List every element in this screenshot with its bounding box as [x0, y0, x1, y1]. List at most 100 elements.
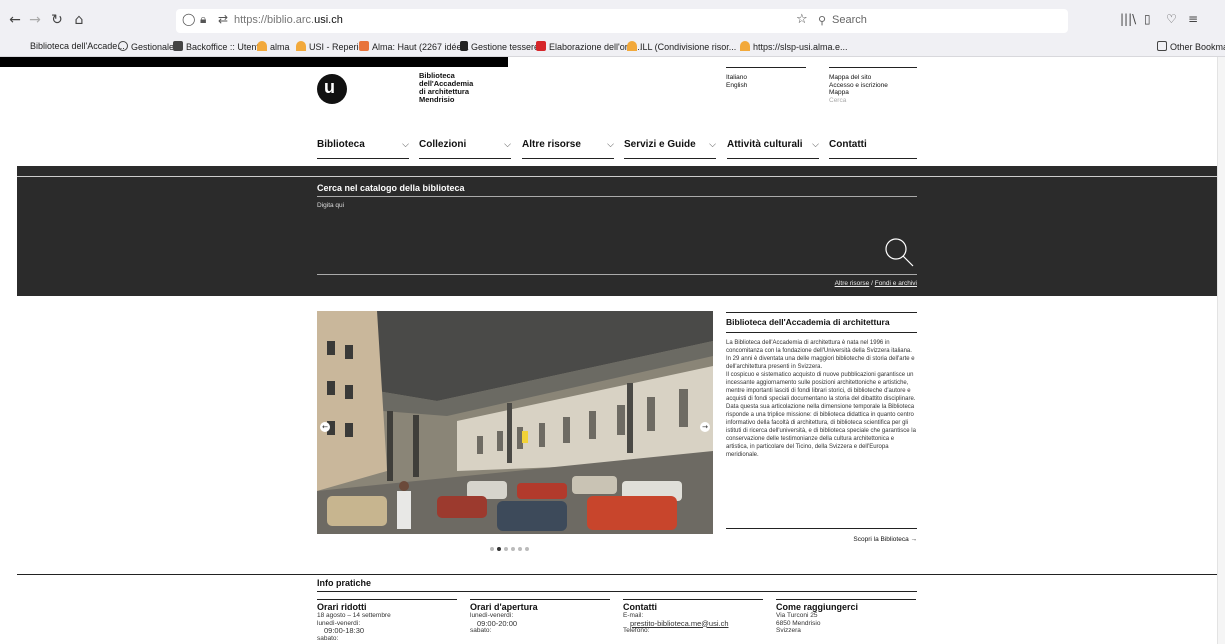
carousel-dot[interactable]: [504, 547, 508, 551]
altre-risorse-link[interactable]: Altre risorse: [835, 280, 870, 287]
nav-collezioni[interactable]: Collezioni ⌵: [419, 139, 511, 159]
orari-ridotti-column: Orari ridotti 18 agosto – 14 settembre l…: [317, 599, 457, 642]
sidebar-icon[interactable]: ▯: [1144, 12, 1151, 26]
utility-links: Mappa del sito Accesso e iscrizione Mapp…: [829, 67, 917, 104]
nav-biblioteca[interactable]: Biblioteca ⌵: [317, 139, 409, 159]
home-icon[interactable]: ⌂: [70, 11, 88, 29]
chevron-down-icon: ⌵: [812, 140, 819, 150]
about-paragraph: Il cospicuo e sistematico acquisto di nu…: [726, 372, 916, 402]
url-text[interactable]: https://biblio.arc.usi.ch: [234, 14, 343, 26]
about-section: Biblioteca dell'Accademia di architettur…: [726, 312, 917, 459]
bookmark-item[interactable]: alma: [257, 41, 290, 52]
language-switcher: Italiano English: [726, 67, 806, 89]
carousel-prev-icon[interactable]: ←: [320, 422, 330, 432]
orari-apertura-column: Orari d'apertura lunedì-venerdì: 09:00-2…: [470, 599, 610, 635]
search-icon[interactable]: [883, 236, 915, 268]
lock-icon[interactable]: 🔒︎: [200, 12, 206, 27]
divider: [317, 274, 917, 275]
back-icon[interactable]: ←: [6, 11, 24, 29]
permissions-icon[interactable]: ⇄: [218, 12, 228, 26]
carousel-dots: [490, 538, 532, 556]
reload-icon[interactable]: ↻: [48, 11, 66, 29]
carousel-dot[interactable]: [511, 547, 515, 551]
bookmark-item[interactable]: Gestionale: [118, 41, 174, 52]
bookmark-item[interactable]: ILL (Condivisione risor...: [627, 41, 736, 52]
lang-english[interactable]: English: [726, 82, 806, 90]
shield-icon[interactable]: ◯: [182, 12, 195, 26]
column-title: Orari d'apertura: [470, 599, 610, 612]
nav-label: Contatti: [829, 139, 867, 150]
column-line: 6850 Mendrisio: [776, 619, 821, 627]
sitemap-link[interactable]: Mappa del sito: [829, 74, 917, 82]
nav-label: Altre risorse: [522, 139, 581, 150]
map-link[interactable]: Mappa: [829, 89, 917, 97]
library-icon[interactable]: |||\: [1120, 12, 1136, 26]
about-text: La Biblioteca dell'Accademia di architet…: [726, 339, 917, 459]
bookmark-item[interactable]: Gestione tessere: [460, 41, 539, 52]
lang-italiano[interactable]: Italiano: [726, 74, 806, 82]
chevron-down-icon: ⌵: [402, 140, 409, 150]
carousel-next-icon[interactable]: →: [700, 422, 710, 432]
catalog-search-title: Cerca nel catalogo della biblioteca: [317, 183, 465, 193]
library-name-line: Mendrisio: [419, 95, 455, 104]
fondi-archivi-link[interactable]: Fondi e archivi: [875, 280, 917, 287]
main-nav: Biblioteca ⌵ Collezioni ⌵ Altre risorse ⌵ S…: [317, 139, 917, 159]
bookmarks-bar: Biblioteca dell'Accade... Gestionale Bac…: [0, 39, 1225, 57]
carousel-dot[interactable]: [518, 547, 522, 551]
info-pratiche-title: Info pratiche: [317, 578, 917, 592]
browser-chrome: ← → ↻ ⌂ ◯ 🔒︎ ⇄ https://biblio.arc.usi.ch…: [0, 0, 1225, 57]
browser-search-input[interactable]: ⚲ Search: [810, 9, 1068, 33]
browser-toolbar: ← → ↻ ⌂ ◯ 🔒︎ ⇄ https://biblio.arc.usi.ch…: [0, 9, 1225, 35]
nav-altre-risorse[interactable]: Altre risorse ⌵: [522, 139, 614, 159]
shield-bookmark-icon: [359, 41, 369, 51]
bookmark-item[interactable]: Biblioteca dell'Accade...: [30, 41, 125, 51]
carousel-dot[interactable]: [497, 547, 501, 551]
search-placeholder: Search: [832, 14, 867, 26]
other-bookmarks[interactable]: Other Bookmarks: [1157, 41, 1225, 52]
nav-attivita-culturali[interactable]: Attività culturali ⌵: [727, 139, 819, 159]
search-link[interactable]: Cerca: [829, 97, 917, 105]
catalog-search-placeholder: Digita qui: [317, 202, 345, 209]
catalog-search-input[interactable]: Digita qui: [317, 202, 344, 209]
about-paragraph: Data questa sua articolazione nella dime…: [726, 404, 916, 458]
catalog-links: Altre risorse / Fondi e archivi: [717, 280, 917, 287]
nav-servizi-guide[interactable]: Servizi e Guide ⌵: [624, 139, 716, 159]
bookmark-item[interactable]: Backoffice :: Utenti: [173, 41, 261, 52]
menu-icon[interactable]: ≡: [1188, 12, 1198, 26]
divider: [317, 196, 917, 197]
chevron-down-icon: ⌵: [709, 140, 716, 150]
bookmark-item[interactable]: Alma: Haut (2267 idée...: [359, 41, 469, 52]
divider: [17, 574, 1225, 575]
bookmark-item[interactable]: USI - Reperio: [296, 41, 364, 52]
l-icon: [460, 41, 468, 51]
carousel-dot[interactable]: [525, 547, 529, 551]
web-page: Biblioteca dell'Accademia di architettur…: [0, 57, 1225, 644]
library-name[interactable]: Biblioteca dell'Accademia di architettur…: [419, 72, 519, 104]
alma-icon: [740, 41, 750, 51]
bookmark-star-icon[interactable]: ☆: [796, 12, 808, 27]
login-link[interactable]: Accesso e iscrizione: [829, 82, 917, 90]
search-icon: ⚲: [818, 14, 827, 27]
alma-icon: [627, 41, 637, 51]
forward-icon[interactable]: →: [26, 11, 44, 29]
bookmark-item[interactable]: https://slsp-usi.alma.e...: [740, 41, 848, 52]
column-line: sabato:: [317, 634, 339, 642]
pocket-icon[interactable]: ♡: [1166, 12, 1177, 26]
column-line: 18 agosto – 14 settembre: [317, 612, 391, 619]
globe-icon: [118, 41, 128, 51]
catalog-search-section: Cerca nel catalogo della biblioteca Digi…: [17, 166, 1225, 296]
column-title: Come raggiungerci: [776, 599, 916, 612]
nav-contatti[interactable]: Contatti: [829, 139, 917, 159]
column-line: sabato:: [470, 627, 492, 634]
divider: [17, 176, 1225, 177]
column-line: Telefono:: [623, 627, 650, 634]
discover-library-link[interactable]: Scopri la Biblioteca →: [726, 528, 917, 543]
carousel-dot[interactable]: [490, 547, 494, 551]
carousel-image[interactable]: ← →: [317, 311, 713, 534]
column-line: 09:00-18:30: [324, 626, 365, 635]
about-paragraph: La Biblioteca dell'Accademia di architet…: [726, 340, 915, 370]
usi-logo[interactable]: [317, 74, 347, 104]
about-title: Biblioteca dell'Accademia di architettur…: [726, 312, 917, 333]
scrollbar[interactable]: [1217, 57, 1225, 644]
nav-label: Collezioni: [419, 139, 467, 150]
